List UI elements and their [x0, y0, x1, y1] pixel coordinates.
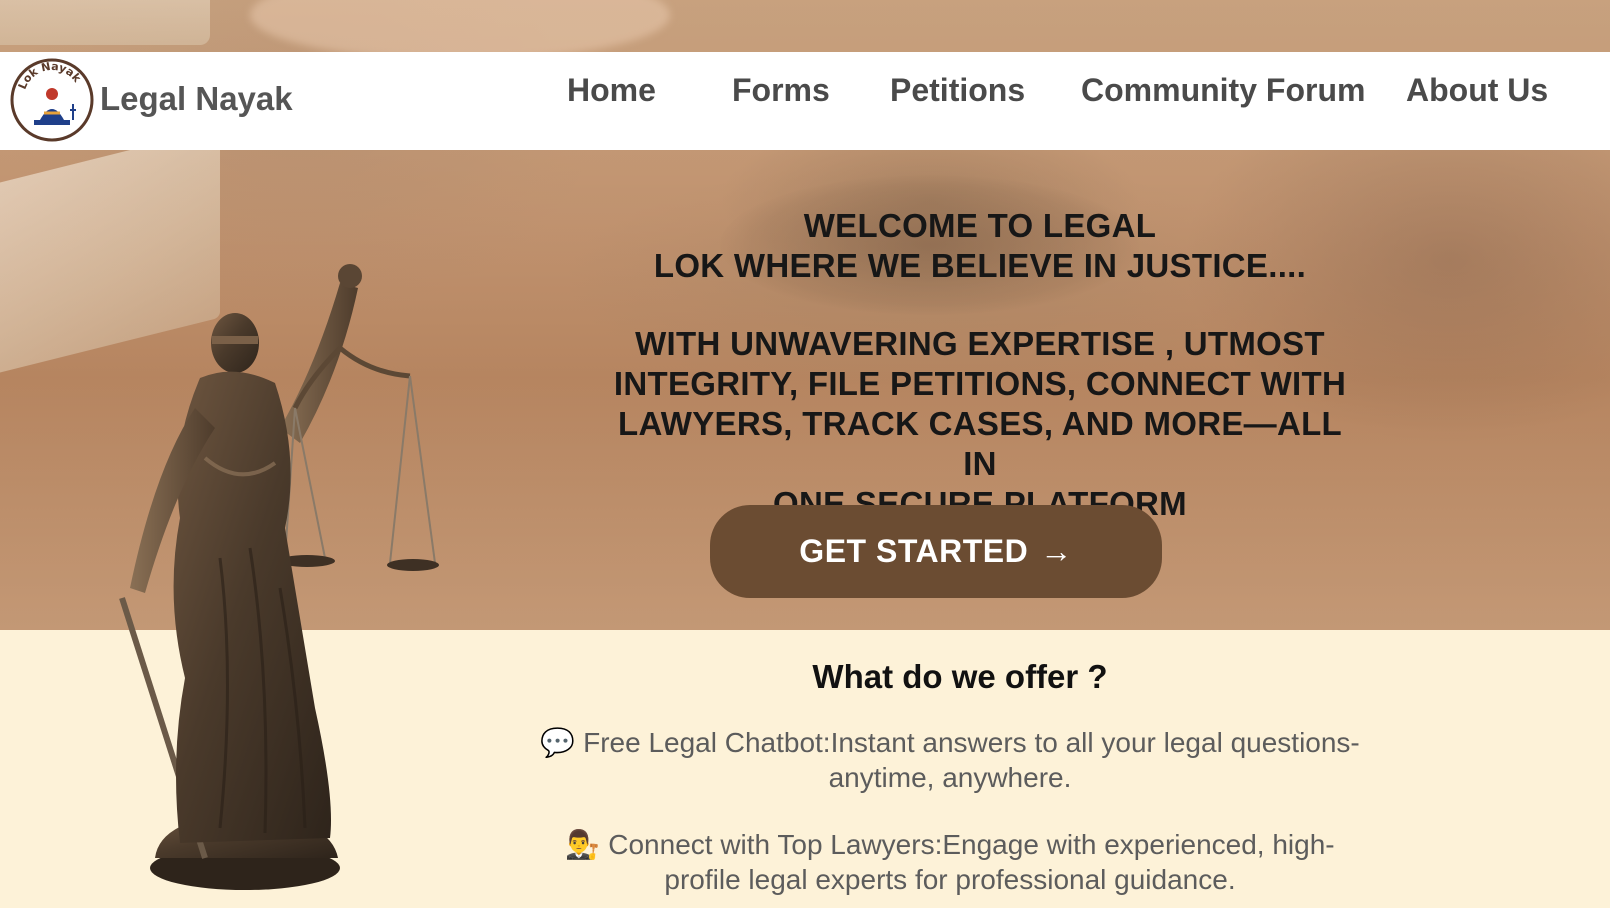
nav-home[interactable]: Home	[567, 72, 656, 109]
offer-title: What do we offer ?	[812, 658, 1108, 695]
brand-name[interactable]: Legal Nayak	[100, 80, 293, 118]
nav-about-us[interactable]: About Us	[1406, 72, 1548, 109]
nav-petitions[interactable]: Petitions	[890, 72, 1025, 109]
get-started-button[interactable]: GET STARTED →	[710, 505, 1162, 598]
offer-item-lawyers: 👨‍⚖️ Connect with Top Lawyers:Engage with…	[500, 827, 1400, 897]
nav-forms[interactable]: Forms	[732, 72, 830, 109]
offer-item-chatbot: 💬 Free Legal Chatbot:Instant answers to a…	[500, 725, 1400, 795]
offer-item-line-2: profile legal experts for professional g…	[664, 864, 1236, 895]
hero-headline: WELCOME TO LEGAL LOK WHERE WE BELIEVE IN…	[600, 206, 1360, 524]
speech-bubble-icon: 💬	[540, 727, 576, 758]
welcome-line-1: WELCOME TO LEGAL	[803, 207, 1157, 244]
tagline-line-2: INTEGRITY, FILE PETITIONS, CONNECT WITH	[613, 365, 1347, 402]
arrow-right-icon: →	[1040, 533, 1073, 569]
lady-justice-statue-image	[119, 264, 439, 890]
offer-item-line-2: anytime, anywhere.	[828, 762, 1072, 793]
welcome-line-2: LOK WHERE WE BELIEVE IN JUSTICE....	[653, 247, 1307, 284]
offer-item-line-1: Connect with Top Lawyers:Engage with exp…	[608, 829, 1335, 860]
tagline-line-1: WITH UNWAVERING EXPERTISE , UTMOST	[635, 325, 1325, 362]
lok-nayak-logo[interactable]: Lok Nayak	[10, 58, 94, 142]
get-started-label: GET STARTED	[799, 533, 1029, 569]
judge-icon: 👨‍⚖️	[565, 829, 601, 860]
tagline-line-3: LAWYERS, TRACK CASES, AND MORE—ALL IN	[618, 405, 1342, 482]
navbar: Lok Nayak Legal Nayak Home Forms Petitio…	[0, 52, 1610, 150]
offer-item-line-1: Free Legal Chatbot:Instant answers to al…	[583, 727, 1360, 758]
nav-community-forum[interactable]: Community Forum	[1081, 72, 1365, 109]
